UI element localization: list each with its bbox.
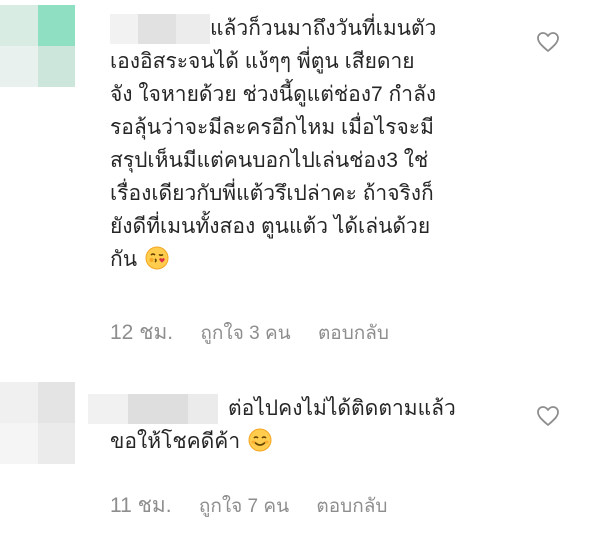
comment-time[interactable]: 11 ชม. bbox=[110, 494, 172, 517]
comment-time[interactable]: 12 ชม. bbox=[110, 321, 173, 344]
comment-text: แล้วก็วนมาถึงวันที่เมนตัว เองอิสระจนได้ … bbox=[110, 12, 530, 276]
comment-line: รอลุ้นว่าจะมีละครอีกไหม เมื่อไรจะมี bbox=[110, 116, 434, 139]
comment-1: แล้วก็วนมาถึงวันที่เมนตัว เองอิสระจนได้ … bbox=[0, 0, 600, 360]
comment-line: ขอให้โชคดีค้า bbox=[110, 430, 241, 453]
avatar[interactable] bbox=[0, 382, 75, 464]
comment-likes-count[interactable]: ถูกใจ 3 คน bbox=[200, 323, 290, 344]
like-heart-icon[interactable] bbox=[536, 31, 560, 53]
reply-button[interactable]: ตอบกลับ bbox=[318, 323, 389, 344]
comment-line: กัน bbox=[110, 248, 138, 271]
reply-button[interactable]: ตอบกลับ bbox=[316, 496, 387, 517]
comment-line: ต่อไปคงไม่ได้ติดตามแล้ว bbox=[228, 397, 456, 420]
avatar[interactable] bbox=[0, 5, 75, 87]
comment-text: ต่อไปคงไม่ได้ติดตามแล้ว ขอให้โชคดีค้า bbox=[110, 392, 530, 458]
like-heart-icon[interactable] bbox=[536, 405, 560, 427]
comment-line: เองอิสระจนได้ แง้ๆๆ พี่ตูน เสียดาย bbox=[110, 50, 415, 73]
comment-line: ยังดีที่เมนทั้งสอง ตูนแต้ว ได้เล่นด้วย bbox=[110, 215, 431, 238]
comment-line: แล้วก็วนมาถึงวันที่เมนตัว bbox=[210, 17, 437, 40]
smiling-blush-icon bbox=[248, 428, 272, 452]
comment-likes-count[interactable]: ถูกใจ 7 คน bbox=[199, 496, 289, 517]
comment-2: ต่อไปคงไม่ได้ติดตามแล้ว ขอให้โชคดีค้า 11… bbox=[0, 360, 600, 545]
comment-line: สรุปเห็นมีแต่คนบอกไปเล่นช่อง3 ใช่ bbox=[110, 149, 429, 172]
comment-meta: 12 ชม. ถูกใจ 3 คน ตอบกลับ bbox=[110, 316, 411, 349]
comment-line: เรื่องเดียวกับพี่แต้วรึเปล่าคะ ถ้าจริงก็ bbox=[110, 182, 434, 205]
comment-line: จัง ใจหายด้วย ช่วงนี้ดูแต่ช่อง7 กำลัง bbox=[110, 83, 437, 106]
comment-meta: 11 ชม. ถูกใจ 7 คน ตอบกลับ bbox=[110, 489, 409, 522]
face-blowing-kiss-icon bbox=[145, 246, 169, 270]
